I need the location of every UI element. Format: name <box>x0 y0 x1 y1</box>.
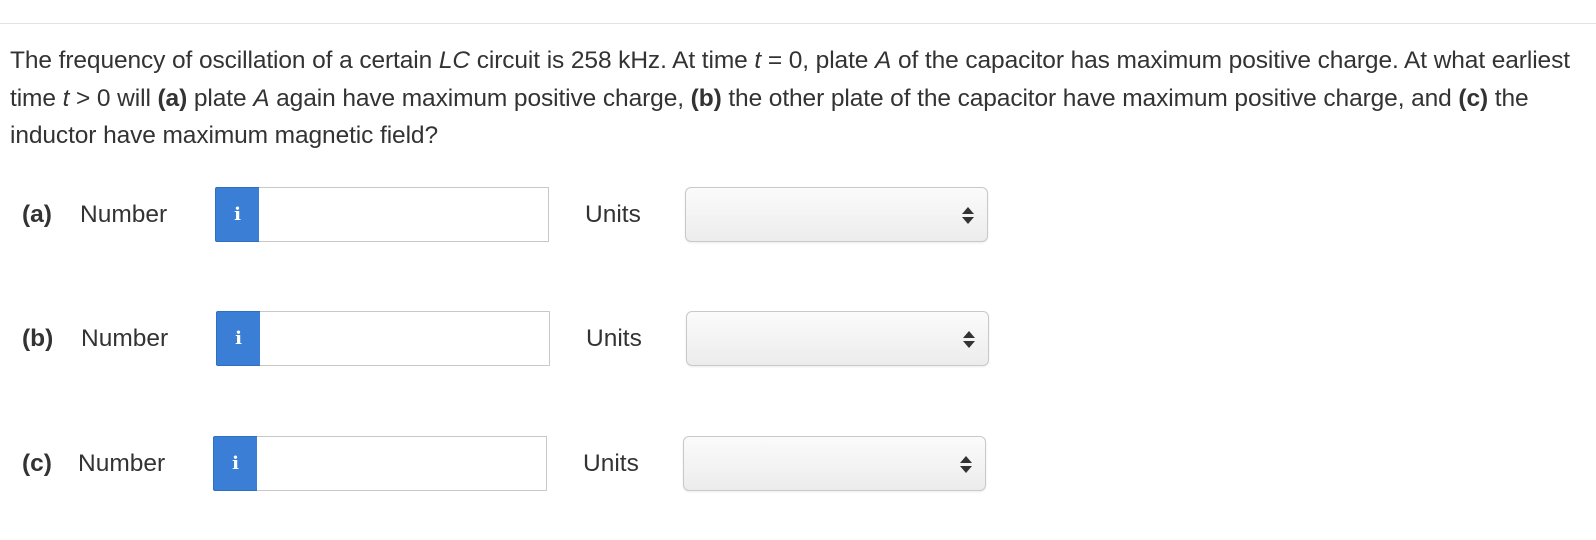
updown-arrows-icon <box>963 331 975 349</box>
units-label: Units <box>586 325 642 352</box>
previous-content-fragment <box>0 0 420 4</box>
answer-row-a: (a) Number i Units <box>0 187 1000 243</box>
part-label: (b) <box>22 325 54 352</box>
info-icon[interactable]: i <box>216 311 261 366</box>
number-input-a[interactable] <box>259 187 549 242</box>
info-icon[interactable]: i <box>215 187 260 242</box>
answer-row-b: (b) Number i Units <box>0 311 1000 367</box>
units-select-a[interactable] <box>685 187 988 242</box>
part-label: (c) <box>22 450 52 477</box>
number-input-c[interactable] <box>257 436 547 491</box>
updown-arrows-icon <box>962 207 974 225</box>
number-input-b[interactable] <box>260 311 550 366</box>
part-label: (a) <box>22 201 52 228</box>
number-label: Number <box>78 450 166 477</box>
units-select-b[interactable] <box>686 311 989 366</box>
question-text: The frequency of oscillation of a certai… <box>10 47 1570 149</box>
updown-arrows-icon <box>960 456 972 474</box>
units-label: Units <box>585 201 641 228</box>
number-label: Number <box>80 201 168 228</box>
number-label: Number <box>81 325 169 352</box>
info-icon[interactable]: i <box>213 436 258 491</box>
section-divider <box>0 23 1596 24</box>
units-label: Units <box>583 450 639 477</box>
answer-row-c: (c) Number i Units <box>0 436 1000 492</box>
units-select-c[interactable] <box>683 436 986 491</box>
